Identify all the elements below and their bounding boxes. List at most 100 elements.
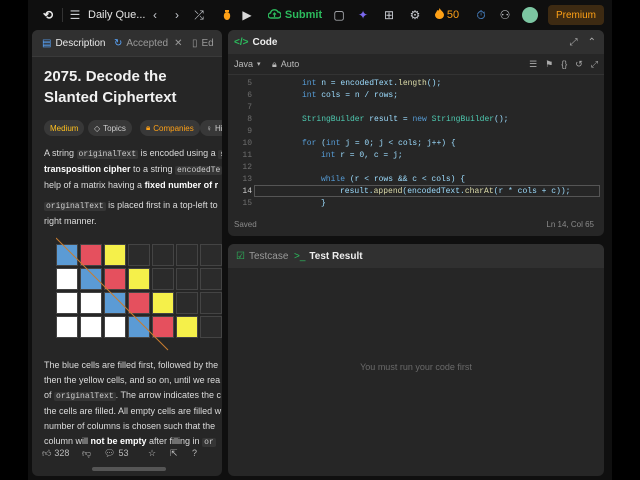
- text-line: number of columns is chosen such that th…: [44, 421, 216, 431]
- format-icon[interactable]: ☰: [529, 59, 537, 70]
- horizontal-scrollbar[interactable]: [92, 467, 166, 471]
- premium-button[interactable]: Premium: [548, 5, 604, 25]
- problem-title-line1: 2075. Decode the: [44, 68, 167, 85]
- line-number: 7: [247, 103, 252, 112]
- description-footer: 👍︎ 328 👎︎ 💬︎ 53 ☆ ⇱ ?: [32, 442, 222, 464]
- tab-editorial-label: Ed: [201, 37, 214, 49]
- line-number: 12: [242, 163, 252, 172]
- top-bar: ⟲ ☰ Daily Que... ‹ › ⤮ ▶ Submit ▢ ✦ ⊞ ⚙ …: [28, 0, 612, 30]
- comment-count: 53: [118, 448, 129, 458]
- streak-counter[interactable]: 50: [432, 0, 462, 30]
- save-status: Saved: [234, 220, 257, 229]
- fullscreen-icon[interactable]: ⤢: [591, 59, 598, 70]
- text-line: A string originalText is encoded using a…: [44, 146, 222, 162]
- tab-editorial[interactable]: ▯ Ed: [192, 30, 214, 56]
- fire-icon: [434, 8, 444, 22]
- code-panel: </> Code ⤢ ⌃ Java ▾ 🔒︎ Auto ☰ ⚑ {} ↺ ⤢ 5…: [228, 30, 604, 236]
- expand-icon[interactable]: ⤢: [570, 37, 578, 48]
- paragraph-2: originalText is placed first in a top-le…: [44, 198, 222, 229]
- cursor-position: Ln 14, Col 65: [546, 220, 594, 229]
- code-line: while (r < rows && c < cols) {: [321, 175, 466, 184]
- run-button[interactable]: ▶: [240, 0, 254, 30]
- tab-accepted[interactable]: ↻ Accepted ✕: [114, 30, 182, 56]
- topics-button[interactable]: ◇ Topics: [88, 120, 132, 136]
- auto-toggle[interactable]: 🔒︎ Auto: [272, 54, 299, 74]
- submit-button[interactable]: Submit: [264, 0, 326, 30]
- test-tab-bar: ☑ Testcase >_ Test Result: [228, 244, 604, 268]
- logo-icon[interactable]: ⟲: [40, 0, 56, 30]
- line-number: 13: [242, 175, 252, 184]
- tab-description-label: Description: [55, 37, 106, 49]
- chevron-down-icon: ▾: [257, 61, 261, 68]
- ai-sparkle-icon[interactable]: ✦: [356, 0, 370, 30]
- tab-description[interactable]: ▤ Description: [42, 30, 105, 56]
- tab-testcase-label: Testcase: [248, 250, 289, 262]
- text-line: of originalText. The arrow indicates the…: [44, 390, 222, 401]
- tab-test-result-label: Test Result: [309, 250, 363, 262]
- bookmark-icon[interactable]: ⚑: [545, 59, 553, 70]
- list-icon[interactable]: ☰: [68, 0, 82, 30]
- timer-icon[interactable]: ⏱: [474, 0, 488, 30]
- line-number: 14: [242, 187, 252, 196]
- reset-icon[interactable]: ↺: [575, 59, 583, 70]
- text-line: transposition cipher to a string encoded…: [44, 164, 222, 175]
- add-user-icon[interactable]: ⚇: [498, 0, 512, 30]
- companies-label: Companies: [153, 123, 194, 133]
- diagonal-arrow: [56, 237, 169, 351]
- code-line: for (int j = 0; j < cols; j++) {: [302, 139, 456, 148]
- editor-toolbar: Java ▾ 🔒︎ Auto ☰ ⚑ {} ↺ ⤢: [228, 54, 604, 75]
- text-line: the cells are filled. All empty cells ar…: [44, 406, 222, 416]
- next-problem-icon[interactable]: ›: [170, 0, 184, 30]
- language-label: Java: [234, 59, 254, 69]
- avatar[interactable]: [522, 7, 538, 23]
- like-button[interactable]: 👍︎ 328: [42, 442, 69, 464]
- shuffle-icon[interactable]: ⤮: [192, 0, 206, 30]
- checkbox-icon: ☑: [236, 250, 245, 262]
- paragraph-3: The blue cells are filled first, followe…: [44, 358, 222, 450]
- accepted-icon: ↻: [114, 37, 123, 49]
- notes-icon[interactable]: ▢: [332, 0, 346, 30]
- description-icon: ▤: [42, 37, 52, 49]
- braces-icon[interactable]: {}: [561, 59, 567, 69]
- code-line: int r = 0, c = j;: [321, 151, 403, 160]
- dislike-button[interactable]: 👎︎: [82, 442, 91, 464]
- gear-icon[interactable]: ⚙: [408, 0, 422, 30]
- line-number: 8: [247, 115, 252, 124]
- like-count: 328: [54, 448, 70, 458]
- submit-label: Submit: [284, 9, 323, 21]
- collapse-icon[interactable]: ⌃: [588, 37, 596, 48]
- line-number: 10: [242, 139, 252, 148]
- line-number: 5: [247, 79, 252, 88]
- problem-tags: Medium ◇ Topics 🔒︎ Companies ♀ Hi: [44, 120, 222, 136]
- grid-menu-icon[interactable]: ⊞: [382, 0, 396, 30]
- language-select[interactable]: Java ▾: [234, 54, 261, 74]
- star-icon[interactable]: ☆: [148, 442, 156, 464]
- share-icon[interactable]: ⇱: [170, 442, 178, 464]
- hint-button[interactable]: ♀ Hi: [200, 120, 222, 136]
- tag-icon: ◇: [94, 123, 101, 133]
- code-line: int n = encodedText.length();: [302, 79, 442, 88]
- code-line: result.append(encodedText.charAt(r * col…: [340, 187, 571, 196]
- app-window: ⟲ ☰ Daily Que... ‹ › ⤮ ▶ Submit ▢ ✦ ⊞ ⚙ …: [28, 0, 612, 480]
- matrix-illustration: [56, 237, 222, 351]
- help-icon[interactable]: ?: [192, 442, 197, 464]
- text-line: right manner.: [44, 216, 97, 226]
- tab-accepted-label: Accepted: [126, 37, 169, 49]
- lock-icon: 🔒︎: [272, 58, 277, 69]
- code-line: int cols = n / rows;: [302, 91, 399, 100]
- companies-button[interactable]: 🔒︎ Companies: [140, 120, 200, 136]
- code-editor[interactable]: 5 6 7 8 9 10 11 12 13 14 15 int n = enco…: [228, 75, 604, 210]
- tab-testcase[interactable]: ☑ Testcase: [236, 244, 288, 268]
- code-title: </> Code: [234, 30, 277, 54]
- problem-title-line2: Slanted Ciphertext: [44, 89, 177, 106]
- streak-count: 50: [446, 9, 460, 21]
- editor-status-bar: Saved Ln 14, Col 65: [228, 216, 604, 236]
- line-number: 11: [242, 151, 252, 160]
- tab-test-result[interactable]: >_ Test Result: [294, 244, 363, 268]
- prev-problem-icon[interactable]: ‹: [148, 0, 162, 30]
- debug-icon[interactable]: [220, 0, 234, 30]
- close-icon[interactable]: ✕: [174, 38, 182, 49]
- hint-label: Hi: [215, 123, 222, 133]
- comments-button[interactable]: 💬︎ 53: [104, 442, 128, 464]
- left-tab-bar: ▤ Description ↻ Accepted ✕ ▯ Ed: [32, 30, 222, 57]
